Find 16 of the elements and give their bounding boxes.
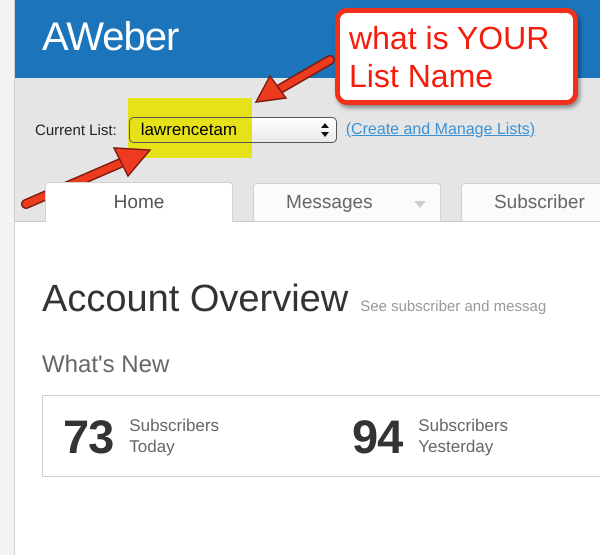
stat-label: Subscribers Today <box>129 415 220 457</box>
logo[interactable]: AWeber <box>42 14 178 60</box>
nav-tab[interactable]: Messages <box>253 183 441 221</box>
stat-label: Subscribers Yesterday <box>418 415 508 457</box>
stat-number: 73 <box>63 408 114 464</box>
list-label: Current List: <box>35 122 117 138</box>
list-select[interactable]: lawrencetam <box>128 117 337 143</box>
section-heading: What's New <box>42 351 170 379</box>
page-subtitle: See subscriber and messag <box>360 298 546 315</box>
caret-icon <box>414 201 426 208</box>
stat-number: 94 <box>352 408 402 464</box>
nav-tab[interactable]: Home <box>45 182 233 222</box>
updown-icon <box>320 122 330 138</box>
page-title: Account Overview <box>42 278 348 321</box>
nav-tab[interactable]: Subscriber <box>461 183 600 221</box>
callout-bubble: what is YOUR List Name <box>335 8 578 105</box>
